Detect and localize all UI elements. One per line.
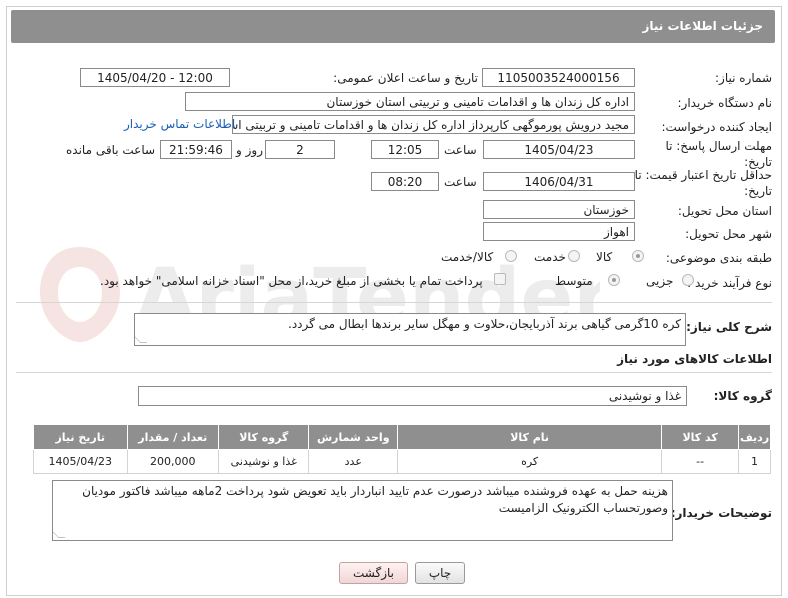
- buyer-notes-label: توضیحات خریدار:: [670, 506, 772, 520]
- col-header-row-number: ردیف: [738, 424, 771, 450]
- cell-quantity: 200,000: [126, 449, 220, 474]
- process-type-label: نوع فرآیند خرید :: [687, 276, 772, 290]
- col-header-item-name: نام کالا: [397, 424, 663, 450]
- print-button[interactable]: چاپ: [415, 562, 465, 584]
- treasury-payment-note: پرداخت تمام یا بخشی از مبلغ خرید،از محل …: [100, 274, 483, 288]
- category-option-service: خدمت: [534, 250, 566, 264]
- category-option-goods-service: کالا/خدمت: [441, 250, 494, 264]
- announce-datetime-field: 1405/04/20 - 12:00: [80, 68, 230, 87]
- col-header-item-code: کد کالا: [661, 424, 740, 450]
- remaining-time-field: 21:59:46: [160, 140, 232, 159]
- cell-item-code: --: [661, 449, 740, 474]
- panel-header: جزئیات اطلاعات نیاز: [11, 10, 775, 43]
- announce-datetime-label: تاریخ و ساعت اعلان عمومی:: [333, 71, 478, 85]
- need-number-field: 1105003524000156: [482, 68, 635, 87]
- process-radio-minor[interactable]: [682, 274, 694, 286]
- reply-time-field: 12:05: [371, 140, 439, 159]
- col-header-unit: واحد شمارش: [308, 424, 399, 450]
- category-radio-goods-service[interactable]: [505, 250, 517, 262]
- reply-deadline-label: مهلت ارسال پاسخ: تا تاریخ:: [665, 139, 772, 169]
- contact-buyer-link[interactable]: اطلاعات تماس خریدار: [124, 117, 235, 131]
- process-option-minor: جزیی: [646, 274, 674, 288]
- price-date-field: 1406/04/31: [483, 172, 635, 191]
- col-header-quantity: تعداد / مقدار: [126, 424, 220, 450]
- general-desc-text: کره 10گرمی گیاهی برند آذربایجان،حلاوت و …: [288, 317, 681, 331]
- price-time-field: 08:20: [371, 172, 439, 191]
- buyer-org-field: اداره کل زندان ها و اقدامات تامینی و ترب…: [185, 92, 635, 111]
- cell-unit: عدد: [308, 449, 399, 474]
- divider: [16, 302, 772, 303]
- buyer-notes-text: هزینه حمل به عهده فروشنده میباشد درصورت …: [82, 484, 668, 515]
- treasury-payment-checkbox[interactable]: [494, 273, 506, 285]
- province-label: استان محل تحویل:: [677, 204, 772, 218]
- resize-handle-icon[interactable]: [53, 531, 66, 538]
- col-header-goods-group: گروه کالا: [218, 424, 310, 450]
- buyer-org-label: نام دستگاه خریدار:: [677, 96, 773, 110]
- table-header-row: ردیف کد کالا نام کالا واحد شمارش گروه کا…: [33, 424, 771, 450]
- province-field: خوزستان: [483, 200, 635, 219]
- remaining-label: ساعت باقی مانده: [66, 143, 156, 157]
- goods-table: ردیف کد کالا نام کالا واحد شمارش گروه کا…: [33, 424, 771, 474]
- days-field: 2: [265, 140, 335, 159]
- divider-goods: [16, 372, 772, 373]
- goods-group-label: گروه کالا:: [713, 389, 772, 403]
- reply-date-field: 1405/04/23: [483, 140, 635, 159]
- process-radio-medium[interactable]: [608, 274, 620, 286]
- col-header-need-date: تاریخ نیاز: [33, 424, 128, 450]
- buyer-notes-textarea[interactable]: هزینه حمل به عهده فروشنده میباشد درصورت …: [52, 480, 673, 541]
- panel-title: جزئیات اطلاعات نیاز: [642, 19, 763, 33]
- price-time-label: ساعت: [444, 175, 477, 189]
- category-option-goods: کالا: [596, 250, 613, 264]
- reply-time-label: ساعت: [444, 143, 477, 157]
- category-radio-goods[interactable]: [632, 250, 644, 262]
- cell-need-date: 1405/04/23: [33, 449, 128, 474]
- city-field: اهواز: [483, 222, 635, 241]
- table-row[interactable]: 1 -- کره عدد غذا و نوشیدنی 200,000 1405/…: [33, 449, 771, 474]
- general-desc-textarea[interactable]: کره 10گرمی گیاهی برند آذربایجان،حلاوت و …: [134, 313, 686, 346]
- city-label: شهر محل تحویل:: [685, 227, 772, 241]
- general-desc-label: شرح کلی نیاز:: [686, 320, 772, 334]
- cell-goods-group: غذا و نوشیدنی: [218, 449, 310, 474]
- goods-group-field: غذا و نوشیدنی: [138, 386, 687, 406]
- price-validity-label: حداقل تاریخ اعتبار قیمت: تا تاریخ:: [634, 168, 772, 198]
- category-radio-service[interactable]: [568, 250, 580, 262]
- need-number-label: شماره نیاز:: [715, 71, 772, 85]
- goods-info-title: اطلاعات کالاهای مورد نیاز: [617, 352, 772, 366]
- cell-item-name: کره: [397, 449, 663, 474]
- process-option-medium: متوسط: [555, 274, 593, 288]
- requester-field: مجید درویش پورموگهی کارپرداز اداره کل زن…: [232, 115, 635, 134]
- days-label: روز و: [236, 143, 263, 157]
- cell-row-number: 1: [738, 449, 771, 474]
- requester-label: ایجاد کننده درخواست:: [661, 120, 772, 134]
- category-label: طبقه بندی موضوعی:: [665, 251, 772, 265]
- back-button[interactable]: بازگشت: [339, 562, 408, 584]
- resize-handle-icon[interactable]: [135, 336, 148, 343]
